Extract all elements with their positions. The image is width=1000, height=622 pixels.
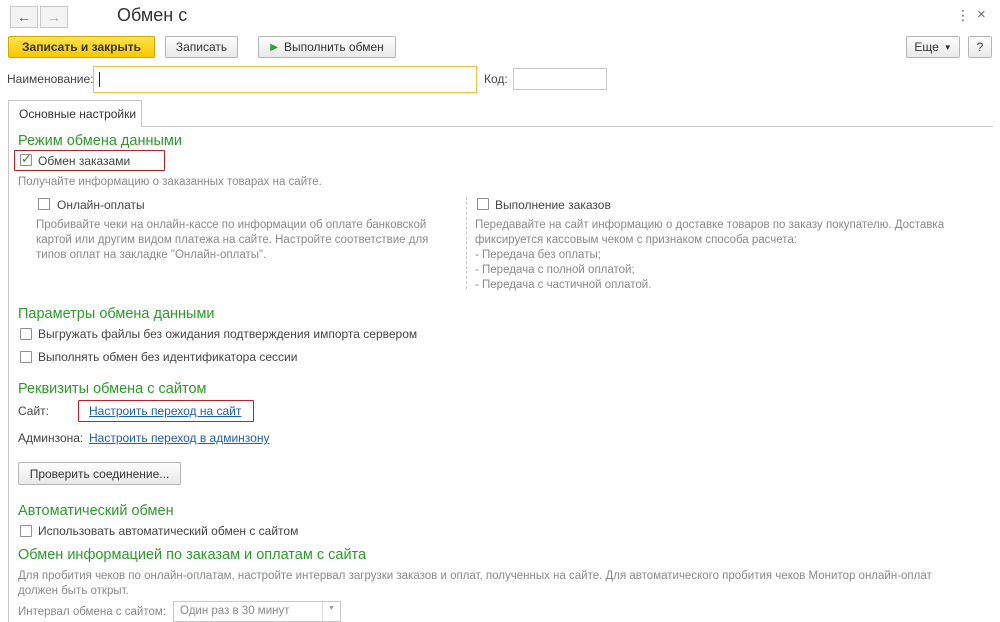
more-button[interactable]: Еще ▼ — [906, 36, 960, 58]
orders-info-desc: Для пробития чеков по онлайн-оплатам, на… — [18, 569, 978, 599]
admin-link[interactable]: Настроить переход в админзону — [89, 431, 269, 445]
arrow-right-icon: → — [47, 9, 61, 25]
orders-info-desc-line: Для пробития чеков по онлайн-оплатам, на… — [18, 570, 932, 582]
play-icon: ▶ — [270, 41, 278, 53]
order-fulfillment-checkbox[interactable] — [477, 198, 489, 210]
run-exchange-label: Выполнить обмен — [283, 40, 384, 54]
section-title-mode: Режим обмена данными — [18, 133, 182, 149]
online-payments-desc-line: картой или другим видом платежа на сайте… — [36, 234, 429, 246]
interval-select[interactable]: Один раз в 30 минут ▼ — [173, 601, 341, 622]
order-fulfillment-desc-line: фиксируется кассовым чеком с признаком с… — [475, 234, 798, 246]
panel-border-left — [8, 126, 9, 622]
order-fulfillment-desc-line: Передавайте на сайт информацию о доставк… — [475, 219, 945, 231]
orders-exchange-label: Обмен заказами — [38, 154, 131, 168]
order-fulfillment-desc-line: - Передача с полной оплатой; — [475, 264, 635, 276]
section-title-auto: Автоматический обмен — [18, 503, 174, 519]
run-exchange-button[interactable]: ▶ Выполнить обмен — [258, 36, 396, 58]
tab-main-settings[interactable]: Основные настройки — [8, 100, 142, 127]
code-label: Код: — [484, 72, 508, 86]
online-payments-desc: Пробивайте чеки на онлайн-кассе по инфор… — [36, 218, 456, 263]
section-title-orders-info: Обмен информацией по заказам и оплатам с… — [18, 547, 367, 563]
orders-info-desc-line: должен быть открыт. — [18, 585, 129, 597]
name-label: Наименование: — [7, 72, 94, 86]
orders-hint: Получайте информацию о заказанных товара… — [18, 176, 322, 188]
dropdown-arrow-icon[interactable]: ▼ — [328, 605, 335, 612]
online-payments-checkbox[interactable] — [38, 198, 50, 210]
no-session-label: Выполнять обмен без идентификатора сесси… — [38, 350, 298, 364]
admin-label: Админзона: — [18, 431, 84, 445]
use-auto-label: Использовать автоматический обмен с сайт… — [38, 524, 299, 538]
select-divider — [322, 602, 323, 621]
order-fulfillment-desc: Передавайте на сайт информацию о доставк… — [475, 218, 995, 293]
code-field[interactable] — [513, 68, 607, 90]
checkmark-icon: ✓ — [21, 151, 32, 166]
arrow-left-icon: ← — [17, 9, 31, 25]
online-payments-desc-line: типов оплат на закладке "Онлайн-оплаты". — [36, 249, 267, 261]
save-close-button[interactable]: Записать и закрыть — [8, 36, 155, 58]
column-divider — [466, 197, 467, 289]
page-title: Обмен с — [117, 5, 188, 25]
close-icon[interactable]: × — [977, 6, 986, 23]
upload-files-label: Выгружать файлы без ожидания подтвержден… — [38, 327, 418, 341]
no-session-checkbox[interactable] — [20, 351, 32, 363]
online-payments-label: Онлайн-оплаты — [57, 198, 145, 212]
name-field[interactable] — [93, 66, 477, 93]
forward-button[interactable]: → — [40, 6, 68, 28]
site-link[interactable]: Настроить переход на сайт — [89, 404, 241, 418]
order-fulfillment-label: Выполнение заказов — [495, 198, 611, 212]
kebab-menu-icon[interactable]: ⋮ — [956, 7, 970, 24]
caret-down-icon: ▼ — [943, 42, 952, 52]
upload-files-checkbox[interactable] — [20, 328, 32, 340]
order-fulfillment-desc-line: - Передача без оплаты; — [475, 249, 601, 261]
interval-value: Один раз в 30 минут — [180, 605, 290, 617]
tab-label: Основные настройки — [19, 107, 137, 121]
site-label: Сайт: — [18, 404, 50, 418]
interval-label: Интервал обмена с сайтом: — [18, 606, 166, 618]
order-fulfillment-desc-line: - Передача с частичной оплатой. — [475, 279, 652, 291]
check-connection-button[interactable]: Проверить соединение... — [18, 462, 181, 485]
orders-exchange-checkbox[interactable]: ✓ — [20, 151, 32, 166]
back-button[interactable]: ← — [10, 6, 38, 28]
section-title-params: Параметры обмена данными — [18, 306, 215, 322]
text-cursor — [99, 72, 100, 87]
more-label: Еще — [914, 40, 939, 54]
section-title-site: Реквизиты обмена с сайтом — [18, 381, 207, 397]
save-button[interactable]: Записать — [165, 36, 238, 58]
use-auto-checkbox[interactable] — [20, 525, 32, 537]
online-payments-desc-line: Пробивайте чеки на онлайн-кассе по инфор… — [36, 219, 427, 231]
help-button[interactable]: ? — [968, 36, 992, 58]
tab-divider — [141, 126, 993, 127]
header-bar: ← → Обмен с ⋮ × — [0, 0, 1000, 34]
